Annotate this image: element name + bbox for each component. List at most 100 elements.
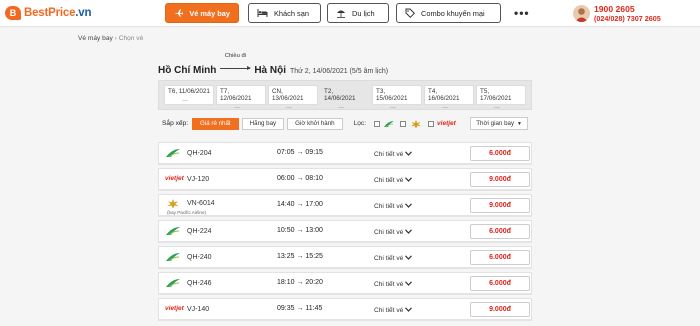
flight-time: 09:35 → 11:45 bbox=[277, 305, 323, 312]
price-button[interactable]: 9.000đ bbox=[470, 172, 530, 187]
price-button[interactable]: 9.000đ bbox=[470, 302, 530, 317]
date-tab-price: --- bbox=[338, 105, 344, 111]
date-tab[interactable]: T7, 12/06/2021 --- bbox=[216, 85, 266, 111]
nav-flights-label: Vé máy bay bbox=[189, 8, 230, 18]
price-button[interactable]: 6.000đ bbox=[470, 146, 530, 161]
date-tab-price: --- bbox=[286, 105, 292, 111]
price-button[interactable]: 6.000đ bbox=[470, 276, 530, 291]
ticket-detail-label: Chi tiết vé bbox=[374, 177, 404, 184]
flight-time: 07:05 → 09:15 bbox=[277, 149, 323, 156]
date-tab-label: T3, 15/06/2021 bbox=[376, 88, 408, 102]
hotline-phone-2[interactable]: (024/028) 7307 2605 bbox=[594, 14, 661, 23]
date-tab[interactable]: T3, 15/06/2021 --- bbox=[372, 85, 422, 111]
bamboo-airways-logo-icon bbox=[166, 227, 180, 236]
breadcrumb-home[interactable]: Vé máy bay bbox=[78, 35, 113, 42]
ticket-detail-label: Chi tiết vé bbox=[374, 255, 404, 262]
sort-filter-bar: Sắp xếp: Giá rẻ nhất Hãng bay Giờ khởi h… bbox=[158, 114, 532, 133]
date-tab-price: --- bbox=[390, 105, 396, 111]
nav-hotels-button[interactable]: Khách sạn bbox=[248, 3, 321, 23]
flight-time: 13:25 → 15:25 bbox=[277, 253, 323, 260]
direction-arrow: Chiều đi bbox=[220, 53, 252, 73]
price-button[interactable]: 9.000đ bbox=[470, 198, 530, 213]
ticket-detail-link[interactable]: Chi tiết vé bbox=[374, 229, 413, 236]
flight-row[interactable]: vietjet VJ-120 06:00 → 08:10 Chi tiết vé… bbox=[158, 168, 532, 191]
nav-hotels-label: Khách sạn bbox=[274, 8, 309, 18]
chevron-down-icon bbox=[405, 229, 413, 234]
vietjet-logo-icon: vietjet bbox=[165, 175, 184, 182]
brand-tld: .vn bbox=[75, 7, 92, 19]
flight-time-select-label: Thời gian bay bbox=[476, 120, 515, 127]
more-menu-icon[interactable]: ••• bbox=[514, 6, 530, 20]
flight-row[interactable]: QH-240 13:25 → 15:25 Chi tiết vé 6.000đ bbox=[158, 246, 532, 269]
flight-row[interactable]: QH-224 10:50 → 13:00 Chi tiết vé 6.000đ bbox=[158, 220, 532, 243]
chevron-down-icon: ▼ bbox=[517, 120, 522, 127]
date-tab-label: CN, 13/06/2021 bbox=[272, 88, 304, 102]
flight-time-select[interactable]: Thời gian bay ▼ bbox=[470, 117, 528, 130]
filter-label: Lọc: bbox=[353, 120, 367, 127]
date-tab[interactable]: T6, 11/06/2021 --- bbox=[164, 85, 214, 105]
route-header: Hồ Chí Minh Chiều đi Hà Nội Thứ 2, 14/06… bbox=[158, 53, 388, 76]
ticket-detail-link[interactable]: Chi tiết vé bbox=[374, 255, 413, 262]
nav-tours-button[interactable]: Du lịch bbox=[327, 3, 389, 23]
ticket-detail-link[interactable]: Chi tiết vé bbox=[374, 307, 413, 314]
sort-airline-button[interactable]: Hãng bay bbox=[241, 117, 285, 130]
vietjet-logo-icon: vietjet bbox=[165, 305, 184, 312]
price-button[interactable]: 6.000đ bbox=[470, 250, 530, 265]
flight-row[interactable]: QH-204 07:05 → 09:15 Chi tiết vé 6.000đ bbox=[158, 142, 532, 165]
operating-carrier-note: (bay Pacific Airline) bbox=[167, 210, 207, 215]
date-tab-price: --- bbox=[234, 105, 240, 111]
filter-vietjet-checkbox[interactable] bbox=[428, 120, 435, 127]
nav-combo-label: Combo khuyến mại bbox=[421, 8, 485, 18]
direction-label: Chiều đi bbox=[224, 53, 246, 59]
plane-icon bbox=[174, 9, 184, 17]
flight-time: 14:40 → 17:00 bbox=[277, 201, 323, 208]
flight-time: 10:50 → 13:00 bbox=[277, 227, 323, 234]
filter-bamboo-checkbox[interactable] bbox=[374, 120, 381, 127]
date-tab[interactable]: T5, 17/06/2021 --- bbox=[476, 85, 526, 111]
bamboo-airways-logo-icon bbox=[166, 253, 180, 262]
brand-name: BestPrice bbox=[24, 7, 76, 19]
vietnam-airlines-logo-icon bbox=[410, 119, 422, 128]
ticket-detail-label: Chi tiết vé bbox=[374, 203, 404, 210]
hotline[interactable]: 1900 2605 (024/028) 7307 2605 bbox=[594, 5, 661, 24]
bestprice-logo[interactable]: B BestPrice.vn bbox=[5, 5, 91, 21]
flight-code: VJ-120 bbox=[187, 176, 210, 183]
support-avatar bbox=[573, 5, 590, 22]
date-tab-selected[interactable]: T2, 14/06/2021 --- bbox=[320, 85, 370, 111]
sort-cheapest-button[interactable]: Giá rẻ nhất bbox=[192, 117, 239, 130]
sort-label: Sắp xếp: bbox=[162, 120, 189, 127]
ticket-detail-link[interactable]: Chi tiết vé bbox=[374, 203, 413, 210]
date-tab-price: --- bbox=[494, 105, 500, 111]
tag-icon bbox=[405, 8, 415, 18]
bamboo-airways-logo-icon bbox=[166, 149, 180, 158]
flight-row[interactable]: vietjet VJ-140 09:35 → 11:45 Chi tiết vé… bbox=[158, 298, 532, 321]
date-tab-label: T7, 12/06/2021 bbox=[220, 88, 252, 102]
flight-code: QH-204 bbox=[187, 150, 212, 157]
umbrella-icon bbox=[337, 10, 345, 18]
bamboo-airways-logo-icon bbox=[384, 120, 395, 127]
flight-code: QH-246 bbox=[187, 280, 212, 287]
ticket-detail-label: Chi tiết vé bbox=[374, 307, 404, 314]
date-selector: T6, 11/06/2021 --- T7, 12/06/2021 --- CN, … bbox=[158, 80, 532, 111]
top-header: B BestPrice.vn Vé máy bay Khách sạn Du l… bbox=[0, 0, 700, 27]
nav-combo-button[interactable]: Combo khuyến mại bbox=[396, 3, 501, 23]
date-tab-price: --- bbox=[182, 98, 188, 104]
ticket-detail-link[interactable]: Chi tiết vé bbox=[374, 281, 413, 288]
ticket-detail-link[interactable]: Chi tiết vé bbox=[374, 177, 413, 184]
price-button[interactable]: 6.000đ bbox=[470, 224, 530, 239]
nav-flights-button[interactable]: Vé máy bay bbox=[165, 3, 239, 23]
hotline-phone-1[interactable]: 1900 2605 bbox=[594, 5, 661, 14]
flight-time: 18:10 → 20:20 bbox=[277, 279, 323, 286]
flight-row[interactable]: QH-246 18:10 → 20:20 Chi tiết vé 6.000đ bbox=[158, 272, 532, 295]
date-tab[interactable]: CN, 13/06/2021 --- bbox=[268, 85, 318, 111]
date-tab[interactable]: T4, 16/06/2021 --- bbox=[424, 85, 474, 111]
sort-departure-button[interactable]: Giờ khởi hành bbox=[287, 117, 343, 130]
logo-text: BestPrice.vn bbox=[24, 7, 91, 19]
date-tab-label: T4, 16/06/2021 bbox=[428, 88, 460, 102]
filter-vietnam-airlines-checkbox[interactable] bbox=[400, 120, 407, 127]
flight-row[interactable]: VN-6014 (bay Pacific Airline) 14:40 → 17… bbox=[158, 194, 532, 217]
chevron-down-icon bbox=[405, 281, 413, 286]
ticket-detail-link[interactable]: Chi tiết vé bbox=[374, 151, 413, 158]
destination-city: Hà Nội bbox=[254, 65, 286, 76]
flight-code: VN-6014 bbox=[187, 200, 215, 207]
